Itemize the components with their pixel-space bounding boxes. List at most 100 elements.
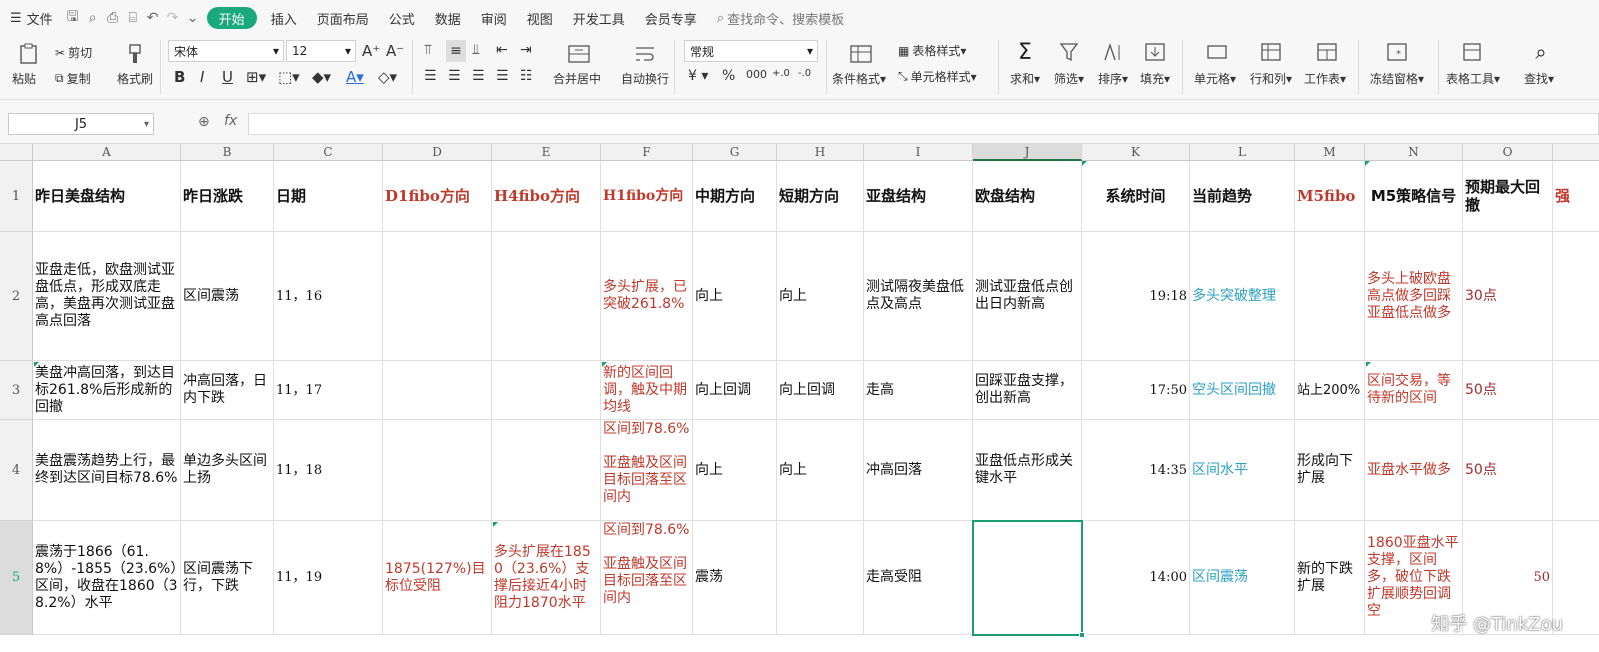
tab-home[interactable]: 开始 — [206, 7, 257, 29]
zoom-icon[interactable]: ⊕ — [198, 114, 210, 130]
cell-d2[interactable] — [383, 232, 492, 361]
cell-a3[interactable]: 美盘冲高回落，到达目标261.8%后形成新的回撤 — [33, 361, 181, 420]
cell-f2[interactable]: 多头扩展，已突破261.8% — [601, 232, 693, 361]
column-header-h[interactable]: H — [777, 144, 864, 161]
tab-formulas[interactable]: 公式 — [379, 6, 425, 30]
cell-b1[interactable]: 昨日涨跌 — [181, 161, 274, 232]
cell-b5[interactable]: 区间震荡下行，下跌 — [181, 521, 274, 635]
cell-k3[interactable]: 17:50 — [1082, 361, 1190, 420]
align-top-icon[interactable]: ⫪ — [424, 42, 432, 58]
column-header-i[interactable]: I — [864, 144, 973, 161]
indent-decrease-icon[interactable]: ⇤ — [496, 42, 508, 58]
brush-icon[interactable]: ⌕ — [83, 7, 103, 29]
cell-o2[interactable]: 30点 — [1463, 232, 1553, 361]
column-header-o[interactable]: O — [1463, 144, 1553, 161]
cell-i3[interactable]: 走高 — [864, 361, 973, 420]
cell-j1[interactable]: 欧盘结构 — [973, 161, 1082, 232]
cell-g2[interactable]: 向上 — [693, 232, 777, 361]
cell-c4[interactable]: 11，18 — [274, 420, 383, 521]
cell-p2[interactable] — [1553, 232, 1599, 361]
tab-developer[interactable]: 开发工具 — [563, 6, 635, 30]
underline-icon[interactable]: U — [222, 68, 233, 86]
cell-b2[interactable]: 区间震荡 — [181, 232, 274, 361]
italic-icon[interactable]: I — [200, 68, 204, 86]
cell-c5[interactable]: 11，19 — [274, 521, 383, 635]
column-header-l[interactable]: L — [1190, 144, 1295, 161]
cell-h2[interactable]: 向上 — [777, 232, 864, 361]
cell-o1[interactable]: 预期最大回撤 — [1463, 161, 1553, 232]
column-header-k[interactable]: K — [1082, 144, 1190, 161]
cell-p4[interactable] — [1553, 420, 1599, 521]
cell-e2[interactable] — [492, 232, 601, 361]
merge-icon[interactable] — [566, 42, 592, 66]
row-header-1[interactable]: 1 — [0, 161, 33, 232]
cells-button[interactable]: 单元格 ▾ — [1194, 70, 1236, 87]
cell-f3[interactable]: 新的区间回调，触及中期均线 — [601, 361, 693, 420]
cell-m1[interactable]: M5fibo — [1295, 161, 1365, 232]
find-button[interactable]: 查找 ▾ — [1524, 70, 1554, 87]
column-header-m[interactable]: M — [1295, 144, 1365, 161]
row-header-3[interactable]: 3 — [0, 361, 33, 420]
fill-icon[interactable] — [1142, 40, 1168, 64]
cell-d4[interactable] — [383, 420, 492, 521]
cell-d3[interactable] — [383, 361, 492, 420]
sum-icon[interactable]: Σ — [1012, 40, 1038, 65]
increase-decimal-icon[interactable]: +.0 — [772, 68, 790, 79]
cell-o4[interactable]: 50点 — [1463, 420, 1553, 521]
percent-icon[interactable]: % — [722, 68, 735, 84]
column-header-f[interactable]: F — [601, 144, 693, 161]
worksheet-button[interactable]: 工作表 ▾ — [1304, 70, 1346, 87]
cell-n3[interactable]: 区间交易，等待新的区间 — [1365, 361, 1463, 420]
cell-g4[interactable]: 向上 — [693, 420, 777, 521]
column-header-e[interactable]: E — [492, 144, 601, 161]
shrink-font-icon[interactable]: A⁻ — [386, 42, 404, 60]
filter-button[interactable]: 筛选 ▾ — [1054, 70, 1084, 87]
cell-style-button[interactable]: ⤡ 单元格样式 ▾ — [898, 68, 977, 85]
cell-a2[interactable]: 亚盘走低，欧盘测试亚盘低点，形成双底走高，美盘再次测试亚盘高点回落 — [33, 232, 181, 361]
save-icon[interactable]: 🖫 — [63, 7, 83, 29]
cell-p1[interactable]: 强 — [1553, 161, 1599, 232]
print-preview-icon[interactable]: ⌸ — [123, 7, 143, 29]
cell-c1[interactable]: 日期 — [274, 161, 383, 232]
cell-l1[interactable]: 当前趋势 — [1190, 161, 1295, 232]
copy-button[interactable]: ⧉ 复制 — [55, 70, 91, 87]
cell-j2[interactable]: 测试亚盘低点创出日内新高 — [973, 232, 1082, 361]
active-cell-selection[interactable] — [972, 520, 1083, 636]
tab-insert[interactable]: 插入 — [261, 6, 307, 30]
cell-k4[interactable]: 14:35 — [1082, 420, 1190, 521]
row-header-2[interactable]: 2 — [0, 232, 33, 361]
eraser-icon[interactable]: ◇▾ — [378, 68, 397, 86]
cell-c2[interactable]: 11，16 — [274, 232, 383, 361]
filter-icon[interactable] — [1056, 40, 1082, 64]
redo-icon[interactable]: ↷ — [163, 7, 183, 29]
table-tools-button[interactable]: 表格工具 ▾ — [1446, 70, 1500, 87]
cell-d5[interactable]: 1875(127%)目标位受阻 — [383, 521, 492, 635]
font-name-select[interactable]: 宋体 ▾ — [168, 40, 284, 62]
align-left-icon[interactable]: ☰ — [424, 68, 437, 84]
cell-i5[interactable]: 走高受阻 — [864, 521, 973, 635]
cell-k5[interactable]: 14:00 — [1082, 521, 1190, 635]
cell-m2[interactable] — [1295, 232, 1365, 361]
cell-f5[interactable]: 区间到78.6% 亚盘触及区间目标回落至区间内 — [601, 521, 693, 635]
cell-i2[interactable]: 测试隔夜美盘低点及高点 — [864, 232, 973, 361]
wrap-text-button[interactable]: 自动换行 — [621, 70, 669, 87]
cell-d1[interactable]: D1fibo方向 — [383, 161, 492, 232]
formula-input[interactable] — [248, 113, 1599, 135]
cell-a1[interactable]: 昨日美盘结构 — [33, 161, 181, 232]
cell-j4[interactable]: 亚盘低点形成关键水平 — [973, 420, 1082, 521]
format-painter-icon[interactable] — [122, 42, 148, 66]
print-icon[interactable]: ⎙ — [103, 7, 123, 29]
sum-button[interactable]: 求和 ▾ — [1010, 70, 1040, 87]
cell-h4[interactable]: 向上 — [777, 420, 864, 521]
cell-h1[interactable]: 短期方向 — [777, 161, 864, 232]
cell-k2[interactable]: 19:18 — [1082, 232, 1190, 361]
tab-member[interactable]: 会员专享 — [635, 6, 707, 30]
tab-page-layout[interactable]: 页面布局 — [307, 6, 379, 30]
cell-n1[interactable]: M5策略信号 — [1365, 161, 1463, 232]
font-color-icon[interactable]: A▾ — [346, 68, 364, 86]
cell-m4[interactable]: 形成向下扩展 — [1295, 420, 1365, 521]
cells-icon[interactable] — [1204, 40, 1230, 64]
file-menu[interactable]: ☰ 文件 — [0, 6, 63, 30]
cell-f4[interactable]: 区间到78.6% 亚盘触及区间目标回落至区间内 — [601, 420, 693, 521]
conditional-format-icon[interactable] — [848, 42, 874, 66]
